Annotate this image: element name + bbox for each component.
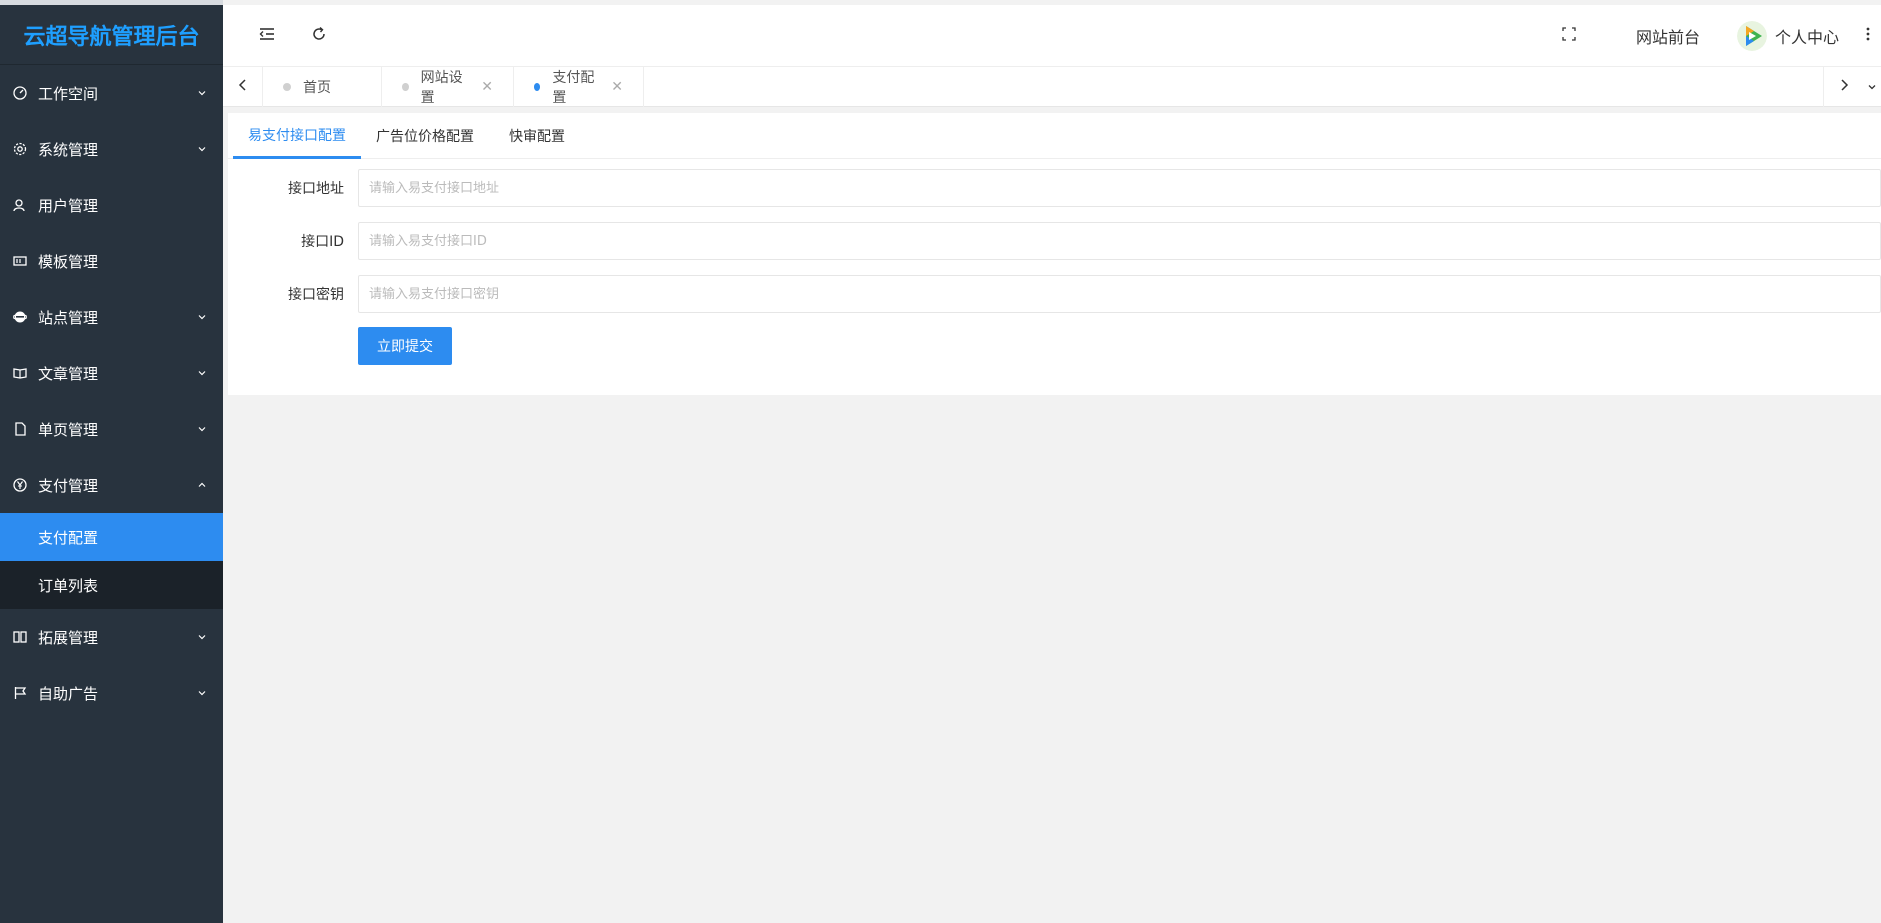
sidebar-item-label: 工作空间 <box>38 84 99 103</box>
chevron-down-icon <box>197 688 207 698</box>
api-url-input[interactable] <box>358 169 1881 207</box>
tab-status-dot <box>402 83 409 91</box>
tabs-scroll-left-button[interactable] <box>223 67 263 107</box>
sidebar-item-pages[interactable]: 单页管理 <box>0 401 223 457</box>
ie-icon <box>12 309 28 325</box>
subtab-ad-price-config[interactable]: 广告位价格配置 <box>371 113 479 159</box>
sidebar-item-templates[interactable]: 模板管理 <box>0 233 223 289</box>
chevron-down-icon <box>197 312 207 322</box>
sidebar-subitem-pay-config[interactable]: 支付配置 <box>0 513 223 561</box>
file-icon <box>12 421 28 437</box>
flag-icon <box>12 685 28 701</box>
sidebar-item-workspace[interactable]: 工作空间 <box>0 65 223 121</box>
api-key-label: 接口密钥 <box>288 287 344 303</box>
tab-home[interactable]: 首页 <box>263 67 382 107</box>
subtab-quick-review-config[interactable]: 快审配置 <box>504 113 570 159</box>
tabs-scroll-right-button[interactable] <box>1823 67 1863 107</box>
sidebar-item-self-ads[interactable]: 自助广告 <box>0 665 223 721</box>
sidebar-item-label: 模板管理 <box>38 252 99 271</box>
tab-status-dot <box>534 83 541 91</box>
sidebar-item-label: 自助广告 <box>38 684 99 703</box>
chevron-down-icon <box>197 88 207 98</box>
book-icon <box>12 365 28 381</box>
chevron-down-icon <box>197 144 207 154</box>
chevron-down-icon <box>197 368 207 378</box>
refresh-icon <box>311 26 327 46</box>
api-id-label: 接口ID <box>301 234 344 250</box>
tab-pay-config[interactable]: 支付配置 ✕ <box>514 67 644 107</box>
sidebar-item-system[interactable]: 系统管理 <box>0 121 223 177</box>
sidebar-item-label: 文章管理 <box>38 364 99 383</box>
sidebar-item-articles[interactable]: 文章管理 <box>0 345 223 401</box>
page-tabs-bar: 首页 网站设置 ✕ 支付配置 ✕ <box>223 67 1881 107</box>
sidebar-item-label: 支付管理 <box>38 476 99 495</box>
payments-submenu: 支付配置 订单列表 <box>0 513 223 609</box>
app-logo-title[interactable]: 云超导航管理后台 <box>0 5 223 65</box>
chevron-down-icon <box>197 424 207 434</box>
sidebar-item-sites[interactable]: 站点管理 <box>0 289 223 345</box>
api-key-input[interactable] <box>358 275 1881 313</box>
tab-site-settings[interactable]: 网站设置 ✕ <box>382 67 514 107</box>
tab-label: 首页 <box>303 80 331 96</box>
tabs-dropdown-button[interactable] <box>1863 67 1881 107</box>
user-icon <box>12 197 28 213</box>
sidebar-item-label: 站点管理 <box>38 308 99 327</box>
form-row-api-id: 接口ID <box>228 222 1881 262</box>
api-url-label: 接口地址 <box>288 181 344 197</box>
pay-config-panel: 易支付接口配置 广告位价格配置 快审配置 接口地址 接口ID 接口密钥 立即提交 <box>228 113 1881 395</box>
sidebar-item-extensions[interactable]: 拓展管理 <box>0 609 223 665</box>
fullscreen-button[interactable] <box>1553 5 1585 67</box>
sidebar-item-users[interactable]: 用户管理 <box>0 177 223 233</box>
chevron-down-icon <box>1867 78 1877 96</box>
chevron-up-icon <box>197 480 207 490</box>
tab-status-dot <box>283 83 291 91</box>
website-frontend-link[interactable]: 网站前台 <box>1613 5 1723 67</box>
columns-icon <box>12 629 28 645</box>
profile-center-label: 个人中心 <box>1774 28 1839 47</box>
sidebar-item-label: 拓展管理 <box>38 628 99 647</box>
sidebar-item-label: 系统管理 <box>38 140 99 159</box>
tab-label: 网站设置 <box>420 70 463 106</box>
fullscreen-icon <box>1562 27 1576 45</box>
top-header: 网站前台 个人中心 <box>223 5 1881 67</box>
more-menu-button[interactable] <box>1855 5 1881 67</box>
subtab-epay-config[interactable]: 易支付接口配置 <box>233 113 361 159</box>
sidebar-item-label: 用户管理 <box>38 196 99 215</box>
refresh-button[interactable] <box>303 5 335 67</box>
form-row-api-url: 接口地址 <box>228 169 1881 209</box>
tab-label: 支付配置 <box>552 70 595 106</box>
close-icon[interactable]: ✕ <box>611 79 623 95</box>
yen-icon <box>12 477 28 493</box>
template-icon <box>12 253 28 269</box>
close-icon[interactable]: ✕ <box>481 79 493 95</box>
dashboard-icon <box>12 85 28 101</box>
chevron-left-icon <box>238 78 248 96</box>
config-subtabs: 易支付接口配置 广告位价格配置 快审配置 <box>228 113 1881 159</box>
submit-button[interactable]: 立即提交 <box>358 327 452 365</box>
chevron-down-icon <box>197 632 207 642</box>
gear-icon <box>12 141 28 157</box>
api-id-input[interactable] <box>358 222 1881 260</box>
sidebar-item-label: 单页管理 <box>38 420 99 439</box>
sidebar-item-payments[interactable]: 支付管理 <box>0 457 223 513</box>
more-vertical-icon <box>1866 27 1870 45</box>
avatar <box>1736 21 1767 51</box>
collapse-sidebar-button[interactable] <box>251 5 283 67</box>
sidebar: 云超导航管理后台 工作空间 系统管理 用户管理 模板管理 站点管理 文章管理 单… <box>0 0 223 923</box>
profile-center-button[interactable]: 个人中心 <box>1713 5 1863 67</box>
form-row-api-key: 接口密钥 <box>228 275 1881 315</box>
menu-fold-icon <box>259 27 275 45</box>
sidebar-subitem-order-list[interactable]: 订单列表 <box>0 561 223 609</box>
chevron-right-icon <box>1839 78 1849 96</box>
